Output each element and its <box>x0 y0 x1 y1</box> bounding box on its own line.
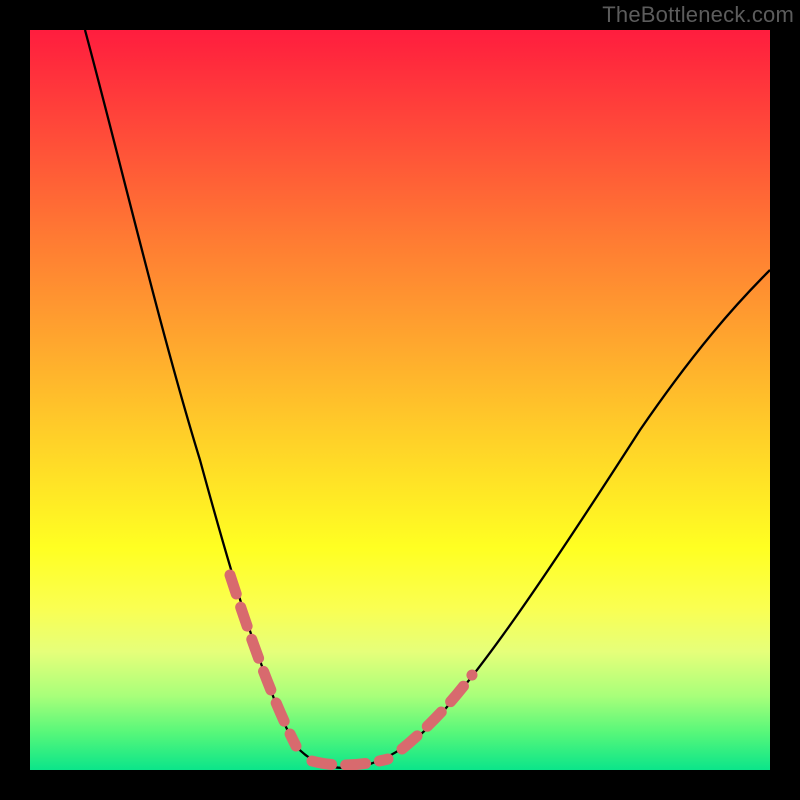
chart-frame: TheBottleneck.com <box>0 0 800 800</box>
highlight-dashes-right <box>402 675 472 749</box>
plot-area <box>30 30 770 770</box>
bottleneck-curve <box>85 30 770 768</box>
curve-layer <box>30 30 770 770</box>
watermark-text: TheBottleneck.com <box>602 2 794 28</box>
highlight-dashes-bottom <box>312 759 388 765</box>
